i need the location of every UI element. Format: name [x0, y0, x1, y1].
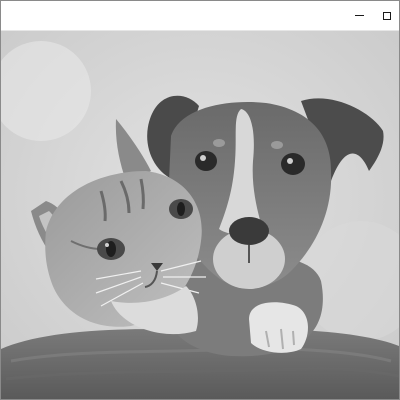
- title-bar[interactable]: [1, 1, 399, 31]
- dog-eye-right: [281, 153, 305, 175]
- maximize-icon: [383, 11, 391, 20]
- dog-eye-left: [195, 151, 217, 171]
- image-viewport: [1, 31, 399, 399]
- dog-paw: [249, 302, 308, 353]
- maximize-button[interactable]: [375, 1, 399, 30]
- minimize-icon: [354, 15, 364, 16]
- photo-cat-and-dog: [1, 31, 399, 399]
- minimize-button[interactable]: [339, 1, 379, 30]
- dog-nose: [229, 217, 269, 245]
- app-window: [0, 0, 400, 400]
